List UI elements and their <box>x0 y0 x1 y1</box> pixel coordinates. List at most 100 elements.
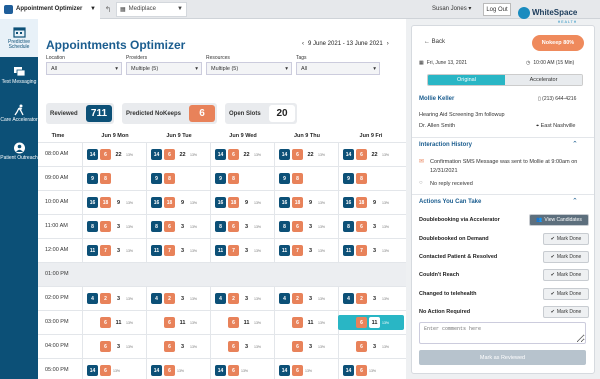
location-select[interactable]: All ▾ <box>46 62 122 75</box>
schedule-slot[interactable]: 14 6 22 13% <box>215 147 271 162</box>
scheduled-count: 11 <box>87 245 98 256</box>
schedule-slot[interactable]: 6 3 13% <box>215 339 271 354</box>
appointment-time: ◷ 10:00 AM (15 Min) <box>526 60 575 66</box>
open-slot-count: 22 <box>113 149 124 160</box>
schedule-slot[interactable]: 6 3 13% <box>151 339 207 354</box>
schedule-slot[interactable]: 8 6 3 13% <box>87 219 143 234</box>
schedule-slot[interactable]: 16 18 9 13% <box>215 195 271 210</box>
nokeep-count: 6 <box>228 149 239 160</box>
schedule-slot[interactable]: 16 18 9 13% <box>279 195 335 210</box>
schedule-slot[interactable]: 98 <box>215 171 271 186</box>
schedule-slot[interactable]: 4 2 3 13% <box>215 291 271 306</box>
mark-done-button[interactable]: ✔ Mark Done <box>543 233 589 245</box>
schedule-slot[interactable]: 8 6 3 13% <box>343 219 399 234</box>
mark-done-button[interactable]: ✔ Mark Done <box>543 288 589 300</box>
chevron-up-icon[interactable]: ⌃ <box>572 140 578 148</box>
schedule-slot[interactable]: 11 7 3 13% <box>343 243 399 258</box>
runner-icon <box>13 104 24 116</box>
next-week-button[interactable]: › <box>387 41 389 47</box>
mark-done-button[interactable]: ✔ Mark Done <box>543 251 589 263</box>
schedule-slot[interactable]: 14 6 13% <box>215 363 271 378</box>
schedule-slot[interactable]: 4 2 3 13% <box>279 291 335 306</box>
check-icon: ✔ <box>550 254 555 260</box>
schedule-slot[interactable]: 6 3 13% <box>343 339 399 354</box>
time-label: 02:00 PM <box>45 295 69 301</box>
mark-done-button[interactable]: ✔ Mark Done <box>543 306 589 318</box>
open-slot-count: 3 <box>369 245 380 256</box>
status-dot-icon: ○ <box>419 180 423 186</box>
practice-selector[interactable]: ▦ Mediplace ▼ <box>116 1 187 17</box>
scheduled-count: 11 <box>343 245 354 256</box>
schedule-slot[interactable]: 11 7 3 13% <box>151 243 207 258</box>
schedule-slot[interactable]: 16 18 9 13% <box>87 195 143 210</box>
schedule-slot[interactable]: 14 6 13% <box>279 363 335 378</box>
action-no-action-required: No Action Required ✔ Mark Done <box>419 305 589 319</box>
schedule-slot[interactable]: 14 6 13% <box>151 363 207 378</box>
schedule-slot[interactable]: 4 2 3 13% <box>87 291 143 306</box>
providers-select[interactable]: Multiple (5) ▾ <box>126 62 202 75</box>
filter-label: Location <box>46 55 65 61</box>
schedule-slot[interactable]: 6 3 13% <box>87 339 143 354</box>
schedule-slot[interactable]: 98 <box>279 171 335 186</box>
schedule-slot[interactable]: 16 18 9 13% <box>151 195 207 210</box>
schedule-slot[interactable]: 14 6 22 13% <box>279 147 335 162</box>
scheduled-count: 8 <box>279 221 290 232</box>
view-candidates-button[interactable]: 👥 View Candidates <box>529 214 589 226</box>
comment-input[interactable] <box>419 322 586 344</box>
undo-icon[interactable]: ↰ <box>100 5 116 14</box>
schedule-slot[interactable]: 6 11 13% <box>338 315 404 330</box>
scheduled-count: 14 <box>151 149 162 160</box>
schedule-slot[interactable]: 11 7 3 13% <box>215 243 271 258</box>
schedule-slot[interactable]: 14 6 13% <box>343 363 399 378</box>
schedule-slot[interactable]: 14 6 13% <box>87 363 143 378</box>
schedule-slot[interactable]: 6 11 13% <box>151 315 207 330</box>
schedule-slot[interactable]: 8 6 3 13% <box>151 219 207 234</box>
schedule-slot[interactable]: 98 <box>151 171 207 186</box>
tab-accelerator[interactable]: Accelerator <box>505 75 582 85</box>
schedule-slot[interactable]: 14 6 22 13% <box>87 147 143 162</box>
tab-original[interactable]: Original <box>428 75 505 85</box>
brand-logo: WhiteSpace HEALTH <box>518 2 577 24</box>
schedule-slot[interactable]: 4 2 3 13% <box>343 291 399 306</box>
open-slot-count: 3 <box>113 221 124 232</box>
schedule-slot[interactable]: 14 6 22 13% <box>151 147 207 162</box>
percentage-label: 13% <box>254 224 262 229</box>
action-couldnt-reach: Couldn't Reach ✔ Mark Done <box>419 268 589 282</box>
prev-week-button[interactable]: ‹ <box>302 41 304 47</box>
schedule-slot[interactable]: 11 7 3 13% <box>87 243 143 258</box>
nokeep-count: 18 <box>292 197 303 208</box>
schedule-slot[interactable]: 11 7 3 13% <box>279 243 335 258</box>
user-menu[interactable]: Susan Jones ▾ <box>432 5 471 12</box>
mark-reviewed-button[interactable]: Mark as Reviewed <box>419 350 586 365</box>
schedule-slot[interactable]: 16 18 9 13% <box>343 195 399 210</box>
tags-select[interactable]: All ▾ <box>296 62 380 75</box>
schedule-slot[interactable]: 6 3 13% <box>279 339 335 354</box>
sidebar-item-text-messaging[interactable]: Text Messaging <box>0 57 38 95</box>
schedule-slot[interactable]: 6 11 13% <box>215 315 271 330</box>
sidebar-item-predictive-schedule[interactable]: Predictive Schedule <box>0 19 38 57</box>
sidebar-item-care-accelerator[interactable]: Care Accelerator <box>0 95 38 133</box>
mark-done-button[interactable]: ✔ Mark Done <box>543 269 589 281</box>
day-column-header: Jun 9 Tue <box>166 133 192 139</box>
app-switcher[interactable]: Appointment Optimizer ▼ <box>0 0 100 19</box>
schedule-slot[interactable]: 6 11 13% <box>87 315 143 330</box>
chevron-up-icon[interactable]: ⌃ <box>572 197 578 205</box>
schedule-slot[interactable]: 6 11 13% <box>279 315 335 330</box>
back-button[interactable]: ← Back <box>424 39 445 45</box>
percentage-label: 13% <box>190 224 198 229</box>
schedule-slot[interactable]: 8 6 3 13% <box>279 219 335 234</box>
schedule-slot[interactable]: 14 6 22 13% <box>343 147 399 162</box>
patient-name[interactable]: Mollie Keller <box>419 96 454 102</box>
schedule-slot[interactable]: 4 2 3 13% <box>151 291 207 306</box>
schedule-slot[interactable]: 98 <box>343 171 399 186</box>
action-contacted-resolved: Contacted Patient & Resolved ✔ Mark Done <box>419 250 589 264</box>
sidebar-item-patient-outreach[interactable]: Patient Outreach <box>0 133 38 171</box>
open-slot-count: 3 <box>113 245 124 256</box>
percentage-label: 13% <box>318 296 326 301</box>
schedule-slot[interactable]: 8 6 3 13% <box>215 219 271 234</box>
scheduled-count: 9 <box>87 173 98 184</box>
schedule-slot[interactable]: 98 <box>87 171 143 186</box>
logout-button[interactable]: Log Out <box>483 3 511 16</box>
resources-select[interactable]: Multiple (5) ▾ <box>206 62 292 75</box>
nokeep-count: 6 <box>100 317 111 328</box>
